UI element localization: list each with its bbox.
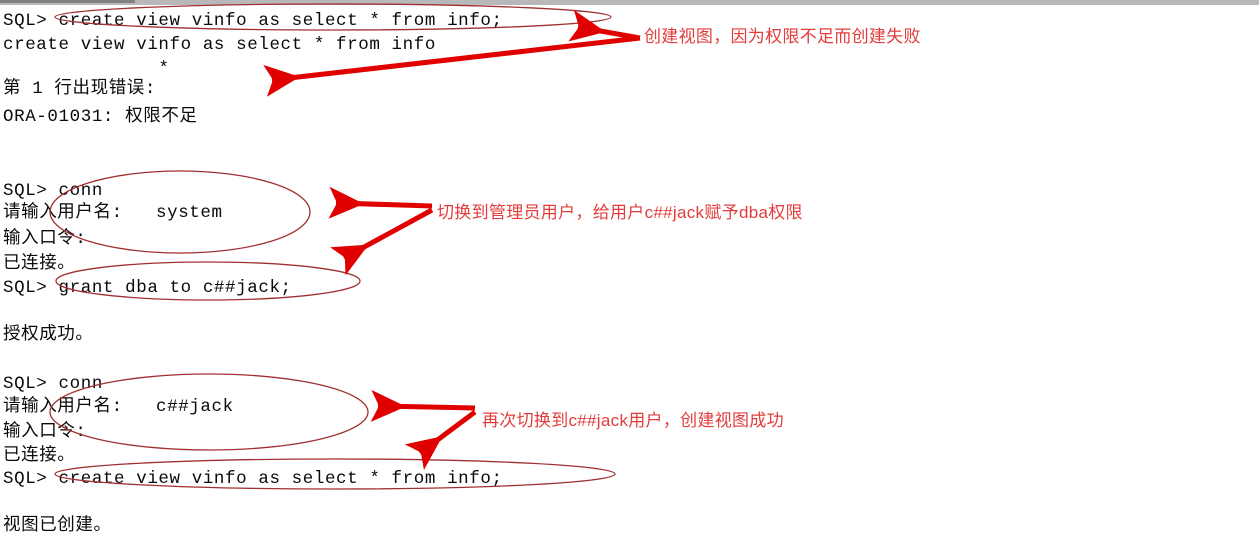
- terminal-line: SQL> create view vinfo as select * from …: [3, 11, 503, 31]
- terminal-line: 输入口令:: [3, 422, 87, 442]
- terminal-line: 授权成功。: [3, 325, 94, 345]
- terminal-line: 已连接。: [3, 446, 76, 466]
- terminal-line: 请输入用户名: c##jack: [3, 397, 234, 417]
- terminal-line: SQL> conn: [3, 374, 103, 394]
- annotation-note: 再次切换到c##jack用户，创建视图成功: [482, 411, 784, 430]
- terminal-line: SQL> create view vinfo as select * from …: [3, 469, 503, 489]
- terminal-line: *: [3, 59, 170, 79]
- window-chrome-left-segment: [0, 0, 135, 3]
- annotation-note: 切换到管理员用户，给用户c##jack赋予dba权限: [437, 203, 803, 222]
- terminal-line: SQL> grant dba to c##jack;: [3, 278, 292, 298]
- terminal-line: ORA-01031: 权限不足: [3, 107, 198, 127]
- annotation-note: 创建视图，因为权限不足而创建失败: [644, 27, 921, 46]
- terminal-line: 视图已创建。: [3, 516, 112, 536]
- terminal-line: 第 1 行出现错误:: [3, 79, 157, 99]
- terminal-line: 已连接。: [3, 254, 76, 274]
- terminal-line: 输入口令:: [3, 229, 87, 249]
- terminal-line: create view vinfo as select * from info: [3, 35, 436, 55]
- terminal-line: SQL> conn: [3, 181, 103, 201]
- terminal-line: 请输入用户名: system: [3, 203, 223, 223]
- terminal-output[interactable]: SQL> create view vinfo as select * from …: [0, 5, 1259, 556]
